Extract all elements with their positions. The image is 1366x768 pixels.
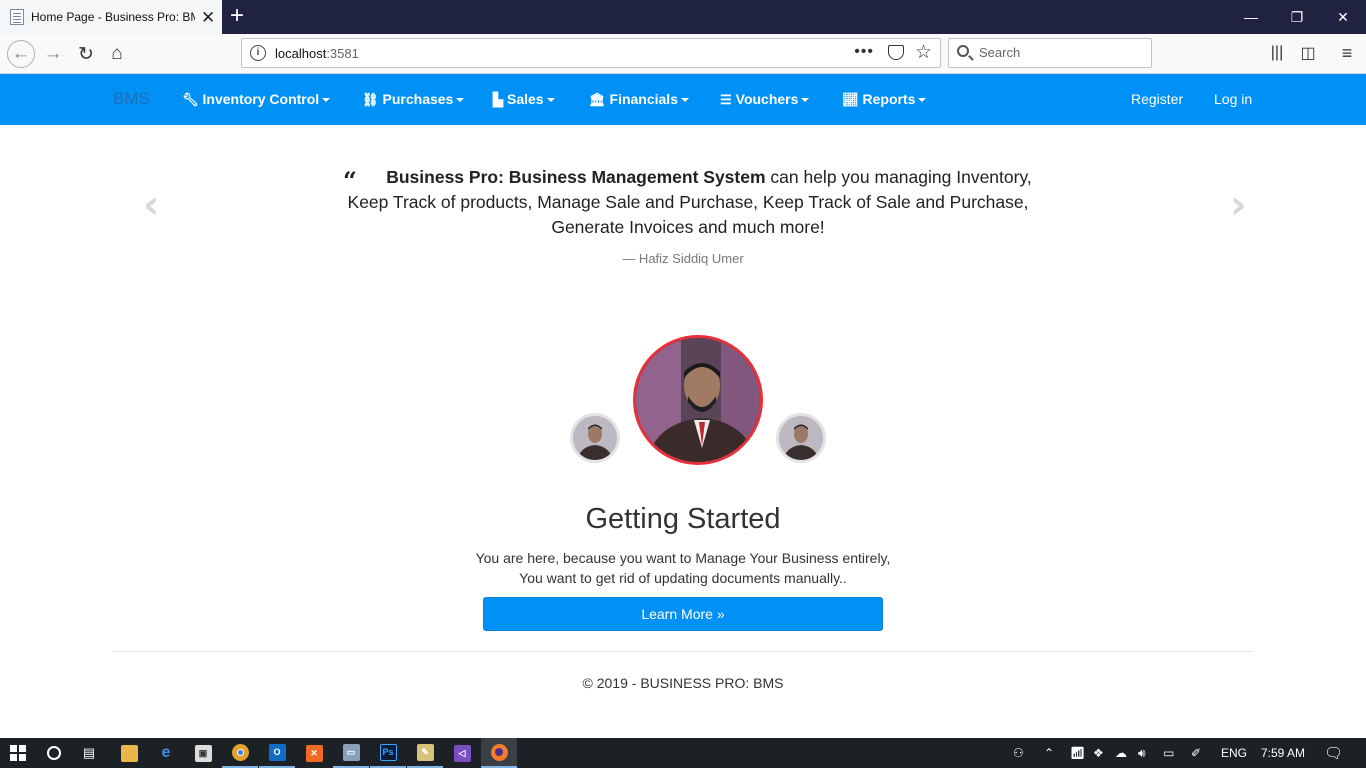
sidebar-icon[interactable]: ◫ [1296,41,1320,65]
menu-financials[interactable]: 🏛︎ Financials [589,91,689,108]
menu-sales[interactable]: ▙ Sales [493,91,555,108]
store-icon[interactable]: ▣ [185,738,221,768]
browser-titlebar: Home Page - Business Pro: BMS ✕ + — ❐ ✕ [0,0,1366,34]
carousel-indicator-avatar-right[interactable] [776,413,826,463]
bookmark-star-icon[interactable]: ☆ [915,41,932,64]
caret-down-icon [456,98,465,103]
link-icon: ⛓︎ [362,92,379,107]
person-avatar-image [636,338,760,462]
home-icon[interactable]: ⌂ [104,41,130,67]
address-bar[interactable]: i localhost:3581 ••• ☆ [241,38,941,68]
dropbox-icon[interactable]: ❖ [1093,738,1104,768]
carousel-next-icon[interactable]: › [1230,185,1246,225]
page-title: Getting Started [585,503,781,535]
people-icon[interactable]: ⚇ [1013,738,1024,768]
footer-copyright: © 2019 - BUSINESS PRO: BMS [582,675,784,691]
line-chart-icon: 📈︎ [842,92,859,107]
footer-divider [113,651,1253,652]
register-link[interactable]: Register [1131,91,1183,107]
wifi-icon[interactable]: 📶︎ [1070,738,1085,768]
person-avatar-image [573,416,617,460]
firefox-icon[interactable] [481,738,517,768]
bank-icon: 🏛︎ [589,92,606,107]
onedrive-icon[interactable]: ☁ [1115,738,1127,768]
volume-icon[interactable]: 🔊︎ [1138,738,1146,768]
outlook-icon[interactable]: O [259,738,295,768]
menu-vouchers[interactable]: ☰ Vouchers [720,91,810,108]
hamburger-menu-icon[interactable]: ≡ [1335,41,1359,65]
login-link[interactable]: Log in [1214,91,1252,107]
action-center-icon[interactable]: 🗨︎ [1324,738,1343,768]
new-tab-icon[interactable]: + [230,3,244,29]
database-icon: ☰ [720,92,732,107]
menu-reports[interactable]: 📈︎ Reports [842,91,927,108]
window-close-icon[interactable]: ✕ [1320,0,1366,34]
caret-down-icon [322,98,331,103]
hero-line-1: You are here, because you want to Manage… [475,550,891,566]
caret-down-icon [918,98,927,103]
app-header: BMS 🔧︎ Inventory Control ⛓︎ Purchases ▙ Sal… [0,74,1366,125]
carousel-quote: “ Business Pro: Business Management Syst… [330,165,1046,240]
caret-down-icon [801,98,810,103]
browser-search-box[interactable] [948,38,1152,68]
cortana-search-icon[interactable] [44,738,64,768]
wrench-icon: 🔧︎ [182,92,199,107]
library-icon[interactable]: ||| [1265,41,1289,65]
quote-bold-text: Business Pro: Business Management System [386,167,766,187]
carousel-avatar-active[interactable] [633,335,763,465]
site-info-icon[interactable]: i [250,45,266,61]
tab-title: Home Page - Business Pro: BMS [31,10,195,24]
hero-line-2: You want to get rid of updating document… [519,570,847,586]
windows-taskbar: ▤ e ▣ O ✕ ▭ Ps ✎ ◁ ⚇ ⌃ 📶︎ ❖ ☁ 🔊︎ ▭ ✐ ENG… [0,738,1366,768]
url-text[interactable]: localhost:3581 [275,46,359,61]
minimize-icon[interactable]: — [1228,0,1274,34]
caret-down-icon [546,98,555,103]
search-icon [957,45,969,57]
carousel-prev-icon[interactable]: ‹ [143,185,159,225]
restore-icon[interactable]: ❐ [1274,0,1320,34]
show-hidden-icons-icon[interactable]: ⌃ [1044,738,1054,768]
quote-author: — Hafiz Siddiq Umer [622,251,744,266]
remote-desktop-icon[interactable]: ▭ [333,738,369,768]
page-actions-icon[interactable]: ••• [854,43,874,61]
back-arrow-icon[interactable]: ← [7,40,35,68]
file-explorer-icon[interactable] [111,738,147,768]
windows-start-icon[interactable] [8,738,28,768]
visual-studio-icon[interactable]: ◁ [444,738,480,768]
pocket-icon[interactable] [888,45,904,60]
caret-down-icon [680,98,689,103]
xampp-icon[interactable]: ✕ [296,738,332,768]
search-input[interactable] [979,45,1139,60]
reload-icon[interactable]: ↻ [73,41,99,67]
edge-browser-icon[interactable]: e [148,738,184,768]
language-indicator[interactable]: ENG [1221,738,1247,768]
tab-close-icon[interactable]: ✕ [201,9,215,26]
task-view-icon[interactable]: ▤ [79,738,99,768]
page-favicon-icon [10,9,24,25]
learn-more-button[interactable]: Learn More » [483,597,883,631]
forward-arrow-icon[interactable]: → [40,41,66,67]
carousel-indicator-avatar-left[interactable] [570,413,620,463]
clock[interactable]: 7:59 AM [1261,738,1305,768]
menu-inventory-control[interactable]: 🔧︎ Inventory Control [182,91,331,108]
paint-icon[interactable]: ✎ [407,738,443,768]
hero-description: You are here, because you want to Manage… [0,548,1366,588]
chrome-icon[interactable] [222,738,258,768]
industry-icon: ▙ [493,92,503,107]
pen-icon[interactable]: ✐ [1191,738,1201,768]
quote-icon: “ [343,166,357,195]
browser-tab-active[interactable]: Home Page - Business Pro: BMS ✕ [0,0,222,34]
menu-purchases[interactable]: ⛓︎ Purchases [362,91,465,108]
person-avatar-image [779,416,823,460]
photoshop-icon[interactable]: Ps [370,738,406,768]
battery-icon[interactable]: ▭ [1163,738,1174,768]
brand-logo[interactable]: BMS [113,89,150,109]
